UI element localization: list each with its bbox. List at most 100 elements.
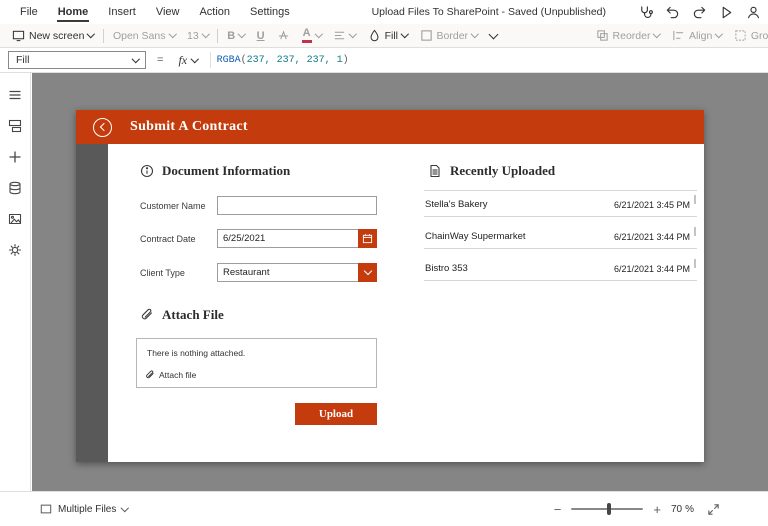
contract-date-input[interactable] bbox=[217, 229, 377, 248]
gallery-item-timestamp: 6/21/2021 3:44 PM bbox=[614, 232, 690, 242]
formula-function: RGBA bbox=[217, 55, 241, 66]
underline-label: U bbox=[257, 30, 265, 42]
document-title: Upload Files To SharePoint - Saved (Unpu… bbox=[372, 0, 606, 24]
fullscreen-icon[interactable] bbox=[704, 500, 722, 518]
zoom-controls: − + 70 % bbox=[554, 500, 722, 518]
chevron-left-icon bbox=[99, 123, 107, 131]
formula-input[interactable]: RGBA(237, 237, 237, 1) bbox=[217, 55, 349, 66]
property-value: Fill bbox=[16, 54, 29, 66]
attachment-control: There is nothing attached. Attach file bbox=[136, 338, 377, 388]
side-strip bbox=[76, 144, 108, 462]
strikethrough-button[interactable] bbox=[271, 24, 296, 47]
font-family-value: Open Sans bbox=[113, 30, 166, 42]
formula-arguments: 237, 237, 237, 1 bbox=[247, 55, 343, 66]
advanced-tools-icon[interactable] bbox=[0, 234, 31, 265]
gallery-item-timestamp: 6/21/2021 3:45 PM bbox=[614, 200, 690, 210]
bold-button[interactable]: B bbox=[221, 24, 250, 47]
gallery-item-name[interactable]: Stella's Bakery bbox=[425, 199, 488, 210]
paperclip-icon bbox=[145, 370, 155, 380]
zoom-slider[interactable] bbox=[571, 508, 643, 510]
fx-dropdown[interactable]: fx bbox=[172, 53, 203, 68]
equals-sign: = bbox=[157, 54, 163, 66]
document-information-label: Document Information bbox=[162, 163, 290, 179]
calendar-button[interactable] bbox=[358, 229, 377, 248]
zoom-level: 70 % bbox=[671, 504, 694, 515]
gallery-item-name[interactable]: Bistro 353 bbox=[425, 263, 468, 274]
gallery-item-scrollbar bbox=[694, 259, 696, 268]
fill-button[interactable]: Fill bbox=[362, 24, 414, 47]
underline-button[interactable]: U bbox=[251, 24, 271, 47]
customer-name-input[interactable] bbox=[217, 196, 377, 215]
client-type-dropdown[interactable]: Restaurant bbox=[217, 263, 377, 282]
bold-label: B bbox=[227, 30, 235, 42]
font-color-icon: A bbox=[302, 28, 312, 43]
group-label: Group bbox=[751, 30, 768, 42]
screen-icon bbox=[40, 503, 52, 515]
group-icon bbox=[734, 29, 747, 42]
alignment-button[interactable] bbox=[327, 24, 362, 47]
attach-file-heading: Attach File bbox=[140, 307, 224, 323]
data-sources-icon[interactable] bbox=[0, 172, 31, 203]
expand-menu-icon[interactable] bbox=[0, 79, 31, 110]
zoom-slider-handle[interactable] bbox=[607, 503, 611, 515]
app-header-title: Submit A Contract bbox=[130, 119, 248, 135]
info-icon bbox=[140, 164, 154, 178]
client-type-dropdown-button[interactable] bbox=[358, 263, 377, 282]
gallery-item-name[interactable]: ChainWay Supermarket bbox=[425, 231, 526, 242]
powerapps-studio: File Home Insert View Action Settings Up… bbox=[0, 0, 768, 526]
font-color-label: A bbox=[303, 28, 311, 39]
undo-icon[interactable] bbox=[663, 3, 681, 21]
upload-button-label: Upload bbox=[319, 408, 353, 420]
status-bar: Multiple Files − + 70 % bbox=[0, 491, 768, 526]
menu-view[interactable]: View bbox=[146, 0, 190, 24]
menubar-actions bbox=[636, 0, 762, 24]
font-family-dropdown[interactable]: Open Sans bbox=[107, 24, 181, 47]
attach-file-link[interactable]: Attach file bbox=[145, 370, 196, 380]
menu-file[interactable]: File bbox=[10, 0, 48, 24]
new-screen-label: New screen bbox=[29, 30, 84, 42]
gallery-divider bbox=[424, 216, 697, 217]
home-toolbar: New screen Open Sans 13 B U A bbox=[0, 24, 768, 48]
font-size-dropdown[interactable]: 13 bbox=[181, 24, 214, 47]
design-canvas[interactable]: Submit A Contract Document Information C… bbox=[32, 73, 768, 492]
border-label: Border bbox=[437, 30, 469, 42]
align-button[interactable]: Align bbox=[666, 24, 728, 47]
calendar-icon bbox=[362, 233, 373, 244]
attach-file-label: Attach File bbox=[162, 307, 224, 323]
gallery-item-scrollbar bbox=[694, 195, 696, 204]
more-formatting-button[interactable] bbox=[484, 24, 503, 47]
app-screen[interactable]: Submit A Contract Document Information C… bbox=[76, 110, 704, 462]
menu-action[interactable]: Action bbox=[189, 0, 240, 24]
fill-icon bbox=[368, 29, 381, 42]
new-screen-button[interactable]: New screen bbox=[6, 24, 100, 47]
insert-icon[interactable] bbox=[0, 141, 31, 172]
recently-uploaded-heading: Recently Uploaded bbox=[428, 163, 555, 179]
zoom-out-button[interactable]: − bbox=[554, 503, 562, 516]
back-button[interactable] bbox=[93, 118, 112, 137]
app-checker-icon[interactable] bbox=[636, 3, 654, 21]
font-color-button[interactable]: A bbox=[296, 24, 328, 47]
paperclip-icon bbox=[140, 308, 154, 322]
align-icon bbox=[672, 29, 685, 42]
border-button[interactable]: Border bbox=[414, 24, 484, 47]
group-button[interactable]: Group bbox=[728, 24, 768, 47]
menubar: File Home Insert View Action Settings Up… bbox=[0, 0, 768, 25]
account-icon[interactable] bbox=[744, 3, 762, 21]
close-paren: ) bbox=[343, 55, 349, 66]
menu-insert[interactable]: Insert bbox=[98, 0, 146, 24]
zoom-in-button[interactable]: + bbox=[653, 503, 661, 516]
redo-icon[interactable] bbox=[690, 3, 708, 21]
gallery-divider bbox=[424, 190, 697, 191]
menu-settings[interactable]: Settings bbox=[240, 0, 300, 24]
play-icon[interactable] bbox=[717, 3, 735, 21]
left-rail bbox=[0, 73, 31, 492]
property-selector[interactable]: Fill bbox=[8, 51, 146, 69]
screen-selector[interactable]: Multiple Files bbox=[40, 503, 128, 515]
media-icon[interactable] bbox=[0, 203, 31, 234]
menu-home[interactable]: Home bbox=[48, 0, 99, 24]
app-header: Submit A Contract bbox=[76, 110, 704, 144]
reorder-button[interactable]: Reorder bbox=[590, 24, 666, 47]
tree-view-icon[interactable] bbox=[0, 110, 31, 141]
screen-selector-label: Multiple Files bbox=[58, 504, 116, 515]
upload-button[interactable]: Upload bbox=[295, 403, 377, 425]
